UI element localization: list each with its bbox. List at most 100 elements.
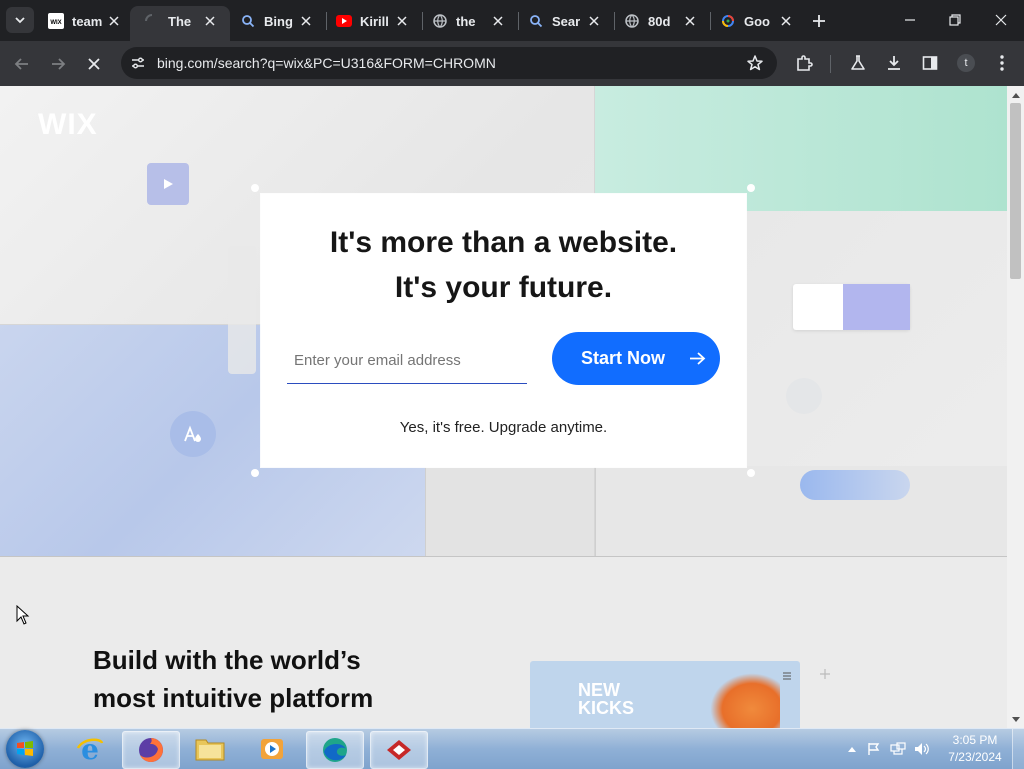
svg-text:e: e: [81, 734, 99, 764]
caret-down-icon: [1011, 716, 1020, 722]
caret-up-icon: [1011, 92, 1020, 98]
windows-logo-icon: [17, 741, 33, 756]
plus-icon: [813, 15, 825, 27]
web-page-viewport: WIX It's more than a website. It's your …: [0, 86, 1007, 728]
tab-the-active[interactable]: The: [144, 8, 218, 34]
arrow-right-icon: [690, 352, 706, 365]
close-tab-icon[interactable]: [778, 13, 794, 29]
preview-text-line-1: NEW: [578, 680, 620, 700]
download-icon: [888, 56, 900, 70]
editor-side-toolbar: [228, 246, 256, 374]
page-scrollbar[interactable]: [1007, 86, 1024, 728]
site-info-icon[interactable]: [129, 54, 147, 72]
tab-title: The: [168, 13, 192, 29]
system-clock[interactable]: 3:05 PM 7/23/2024: [940, 732, 1010, 766]
scroll-thumb[interactable]: [1010, 103, 1021, 279]
tab-title: 80d: [648, 13, 671, 29]
close-tab-icon[interactable]: [586, 13, 602, 29]
new-tab-button[interactable]: [808, 10, 830, 32]
plus-icon: [820, 666, 830, 679]
tab-80d[interactable]: 80d: [624, 8, 698, 34]
side-panel-button[interactable]: [918, 51, 942, 75]
tab-separator: [422, 12, 423, 30]
scroll-up-button[interactable]: [1007, 86, 1024, 103]
color-swatch: [843, 284, 910, 330]
tab-search-button[interactable]: [6, 7, 34, 33]
taskbar-edge[interactable]: [306, 731, 364, 769]
selection-handle: [251, 184, 259, 192]
labs-button[interactable]: [846, 51, 870, 75]
taskbar-firefox[interactable]: [122, 731, 180, 769]
network-tray[interactable]: [890, 741, 906, 757]
taskbar-gifcam[interactable]: [370, 731, 428, 769]
close-tab-icon[interactable]: [394, 13, 410, 29]
close-window-button[interactable]: [983, 6, 1019, 34]
chevron-down-icon: [15, 17, 25, 24]
back-button[interactable]: [7, 49, 37, 79]
tab-wix-team[interactable]: WIX team: [48, 8, 122, 34]
color-swatch-card: [793, 284, 910, 330]
network-icon: [890, 742, 906, 755]
circle-decoration: [786, 378, 822, 414]
hero-subheadline: It's your future.: [394, 271, 613, 304]
minimize-button[interactable]: [892, 6, 928, 34]
selection-handle: [747, 184, 755, 192]
close-tab-icon[interactable]: [298, 13, 314, 29]
gifcam-icon: [387, 740, 411, 760]
puzzle-icon: [797, 55, 813, 71]
address-bar[interactable]: bing.com/search?q=wix&PC=U316&FORM=CHROM…: [121, 47, 777, 79]
show-desktop-button[interactable]: [1012, 729, 1024, 769]
section-heading-line-2: most intuitive platform: [93, 683, 374, 713]
tab-separator: [326, 12, 327, 30]
more-vertical-icon: [1000, 55, 1004, 71]
browser-toolbar: bing.com/search?q=wix&PC=U316&FORM=CHROM…: [0, 41, 1024, 86]
close-tab-icon[interactable]: [682, 13, 698, 29]
taskbar-media-player[interactable]: [244, 731, 300, 767]
close-tab-icon[interactable]: [106, 13, 122, 29]
wix-icon: WIX: [48, 13, 64, 29]
taskbar-file-explorer[interactable]: [182, 731, 238, 767]
profile-avatar[interactable]: t: [957, 54, 975, 72]
start-now-button[interactable]: Start Now: [552, 332, 720, 385]
start-button[interactable]: [6, 730, 44, 768]
preview-shoe-image: [710, 673, 780, 728]
tab-bing[interactable]: Bing: [240, 8, 314, 34]
wix-logo[interactable]: WIX: [38, 108, 98, 142]
globe-icon: [432, 13, 448, 29]
taskbar-internet-explorer[interactable]: e: [62, 731, 118, 767]
restore-button[interactable]: [937, 6, 973, 34]
tab-title: Bing: [264, 13, 293, 29]
tab-search[interactable]: Sear: [528, 8, 602, 34]
scroll-down-button[interactable]: [1007, 711, 1024, 728]
loading-spinner-icon: [144, 13, 160, 29]
bookmark-star-icon[interactable]: [745, 53, 765, 73]
toolbar-separator: [830, 55, 831, 73]
browser-tab-strip: WIX team The Bing Kirill the Sear 80d Go…: [0, 0, 1024, 41]
google-lens-icon: [720, 13, 736, 29]
caret-up-icon: [848, 747, 856, 752]
stop-loading-button[interactable]: [79, 49, 109, 79]
action-center-tray[interactable]: [866, 741, 882, 757]
tab-youtube-kirill[interactable]: Kirill: [336, 8, 410, 34]
close-icon: [995, 14, 1007, 26]
close-tab-icon[interactable]: [490, 13, 506, 29]
arrow-right-icon: [52, 58, 66, 70]
flask-icon: [851, 55, 865, 70]
tab-google[interactable]: Goo: [720, 8, 794, 34]
extensions-button[interactable]: [792, 51, 816, 75]
search-icon: [240, 13, 256, 29]
volume-tray[interactable]: [914, 741, 930, 757]
close-tab-icon[interactable]: [202, 13, 218, 29]
forward-button[interactable]: [43, 49, 73, 79]
text-style-bubble: [170, 411, 216, 457]
windows-taskbar: e 3:05 PM 7/23/2024: [0, 728, 1024, 769]
show-hidden-icons-button[interactable]: [844, 741, 860, 757]
tab-the-globe[interactable]: the: [432, 8, 506, 34]
section-heading: Build with the world’s most intuitive pl…: [93, 641, 373, 717]
preview-text-line-2: KICKS: [578, 698, 635, 718]
email-input[interactable]: [287, 338, 527, 384]
downloads-button[interactable]: [882, 51, 906, 75]
tab-title: Kirill: [360, 13, 389, 29]
browser-menu-button[interactable]: [990, 51, 1014, 75]
play-video-tile: [147, 163, 189, 205]
